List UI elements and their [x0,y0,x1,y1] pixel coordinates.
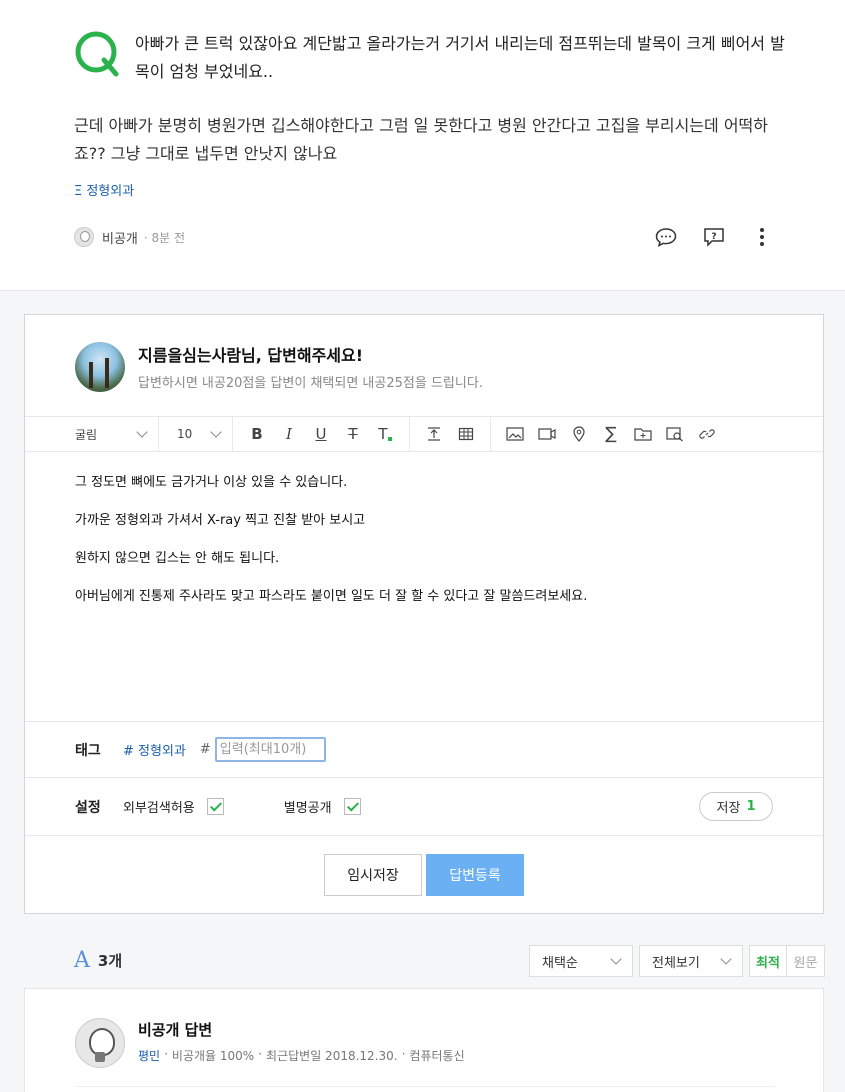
private-rate: 비공개율 100% [171,1049,255,1063]
editor-toolbar: 굴림 10 B I U T T ∑ [25,416,823,452]
font-family-value: 굴림 [75,427,98,442]
table-icon[interactable] [454,422,478,446]
tag-row: 태그 # 정형외과 # [25,721,823,778]
save-label: 저장 [716,801,741,816]
answer-line: 원하지 않으면 깁스는 안 해도 됩니다. [75,551,280,566]
author-avatar [74,227,94,247]
editor-header: 지름을심는사람님, 답변해주세요! 답변하시면 내공20점을 답변이 채택되면 … [25,315,823,417]
video-icon[interactable] [535,422,559,446]
answer-line: 아버님에게 진통제 주사라도 맞고 파스라도 붙이면 일도 더 잘 할 수 있다… [75,589,588,604]
answer-a-icon: A [74,948,90,973]
report-icon[interactable]: ? [701,224,727,250]
tag-label: 태그 [75,742,101,759]
save-count: 1 [746,799,756,814]
answerer-name: 비공개 답변 [138,1021,213,1039]
search-image-icon[interactable] [663,422,687,446]
question-meta: 비공개 · 8분 전 [74,226,185,248]
font-family-select[interactable]: 굴림 [25,416,159,452]
answerer-avatar [75,1018,125,1068]
filter-value: 전체보기 [652,955,700,971]
question-time: · 8분 전 [143,230,186,245]
answerer-category: 컴퓨터통신 [409,1049,465,1063]
chevron-down-icon [610,953,622,965]
editor-content[interactable]: 그 정도면 뼈에도 금가거나 이상 있을 수 있습니다. 가까운 정형외과 가셔… [75,473,795,625]
nickname-checkbox[interactable] [343,798,361,815]
underline-icon[interactable]: U [309,422,333,446]
user-avatar [75,342,125,392]
best-view-button[interactable]: 최적 [750,946,787,976]
font-size-select[interactable]: 10 [159,416,233,452]
meta-separator: · [164,1047,168,1061]
settings-row: 설정 외부검색허용 별명공개 저장 1 [25,778,823,836]
answers-header: A 3개 [74,948,122,973]
meta-separator: · [401,1047,406,1061]
question-author: 비공개 [102,231,138,247]
sort-select[interactable]: 채택순 [529,945,633,977]
chevron-down-icon [210,426,222,438]
comment-icon[interactable] [653,224,679,250]
settings-label: 설정 [75,799,101,816]
nickname-label: 별명공개 [283,801,332,816]
editor-title: 지름을심는사람님, 답변해주세요! [138,346,364,365]
recent-answer-date: 최근답변일 2018.12.30. [266,1049,398,1063]
link-icon[interactable] [695,422,719,446]
question-title: 아빠가 큰 트럭 있잖아요 계단밟고 올라가는거 거기서 내리는데 점프뛰는데 … [135,34,785,81]
external-search-checkbox[interactable] [206,798,224,815]
external-search-label: 외부검색허용 [123,801,195,816]
file-attach-icon[interactable] [631,422,655,446]
italic-icon[interactable]: I [277,422,301,446]
answer-count: 3개 [97,952,123,970]
question-actions: ? [653,224,775,250]
original-view-button[interactable]: 원문 [787,946,824,976]
hash-symbol: # [199,742,211,757]
svg-text:?: ? [711,232,716,242]
bold-icon[interactable]: B [245,422,269,446]
text-style-group: B I U T T [233,416,410,452]
question-tag-link[interactable]: Ξ 정형외과 [74,180,134,199]
answerer-meta: 평민 · 비공개율 100% · 최근답변일 2018.12.30. · 컴퓨터… [138,1047,465,1064]
text-color-icon[interactable]: T [373,422,397,446]
sort-value: 채택순 [542,955,578,971]
question-q-icon [75,31,119,77]
editor-subtitle: 답변하시면 내공20점을 답변이 채택되면 내공25점을 드립니다. [138,376,483,391]
format-group [410,416,491,452]
view-toggle: 최적 원문 [749,945,825,977]
meta-separator: · [258,1047,263,1061]
tag-input[interactable] [214,737,326,762]
submit-answer-button[interactable]: 답변등록 [426,854,524,896]
filter-select[interactable]: 전체보기 [639,945,743,977]
temp-save-button[interactable]: 임시저장 [324,854,422,896]
save-draft-button[interactable]: 저장 1 [699,792,773,821]
question-section: 아빠가 큰 트럭 있잖아요 계단밟고 올라가는거 거기서 내리는데 점프뛰는데 … [0,0,845,291]
divider [75,1086,775,1087]
formula-icon[interactable]: ∑ [599,422,623,446]
nickname-setting: 별명공개 [284,797,361,816]
chevron-down-icon [136,426,148,438]
answer-line: 가까운 정형외과 가셔서 X-ray 찍고 진찰 받아 보시고 [75,513,366,528]
more-icon[interactable] [749,224,775,250]
strikethrough-icon[interactable]: T [341,422,365,446]
answer-line: 그 정도면 뼈에도 금가거나 이상 있을 수 있습니다. [75,475,348,490]
tag-chip-orthopedics[interactable]: # 정형외과 [123,740,186,759]
line-spacing-icon[interactable] [422,422,446,446]
external-search-setting: 외부검색허용 [123,797,224,816]
answer-card: 비공개 답변 평민 · 비공개율 100% · 최근답변일 2018.12.30… [24,988,824,1092]
image-icon[interactable] [503,422,527,446]
question-body: 근데 아빠가 분명히 병원가면 깁스해야한다고 그럼 일 못한다고 병원 안간다… [74,116,768,163]
answerer-grade[interactable]: 평민 [138,1047,160,1064]
chevron-down-icon [720,953,732,965]
font-size-value: 10 [177,427,193,441]
answer-editor: 지름을심는사람님, 답변해주세요! 답변하시면 내공20점을 답변이 채택되면 … [24,314,824,914]
map-pin-icon[interactable] [567,422,591,446]
insert-group: ∑ [491,417,731,452]
